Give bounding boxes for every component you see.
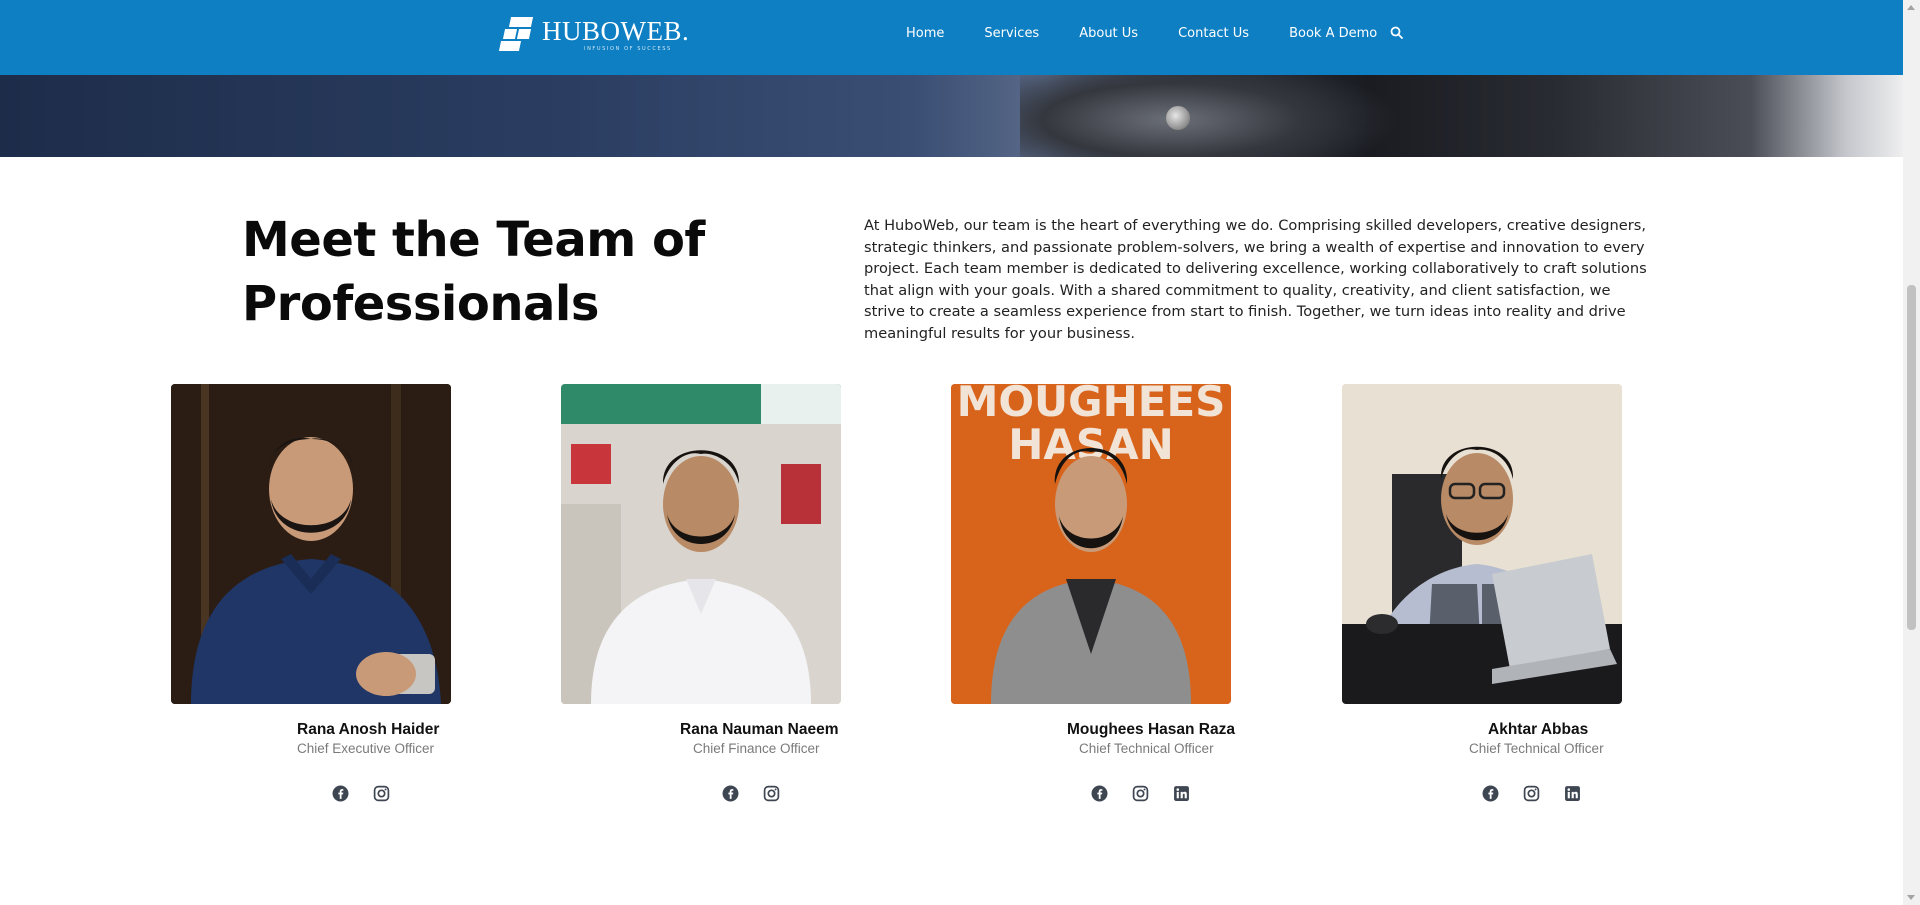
team-photo: MOUGHEES HASAN xyxy=(951,384,1231,704)
team-photo xyxy=(561,384,841,704)
instagram-icon[interactable] xyxy=(372,784,390,802)
logo-tagline: INFUSION OF SUCCESS xyxy=(584,46,672,52)
social-links xyxy=(1090,784,1213,802)
member-role: Chief Executive Officer xyxy=(297,741,435,756)
hero-image xyxy=(0,75,1903,157)
member-role: Chief Finance Officer xyxy=(693,741,820,756)
facebook-icon[interactable] xyxy=(1090,784,1108,802)
logo-name: HUBOWEB. xyxy=(542,16,690,46)
member-name: Rana Nauman Naeem xyxy=(680,721,839,738)
team-photo xyxy=(171,384,451,704)
facebook-icon[interactable] xyxy=(331,784,349,802)
social-links xyxy=(721,784,803,802)
page-scrollbar[interactable] xyxy=(1903,0,1920,905)
team-card: Rana Nauman Naeem Chief Finance Officer xyxy=(561,384,841,801)
facebook-icon[interactable] xyxy=(721,784,739,802)
team-card: Akhtar Abbas Chief Technical Officer xyxy=(1342,384,1622,801)
heading-line-2: Professionals xyxy=(242,276,599,332)
team-photo xyxy=(1342,384,1622,704)
nav-home[interactable]: Home xyxy=(906,26,944,41)
heading-line-1: Meet the Team of xyxy=(242,212,705,268)
member-role: Chief Technical Officer xyxy=(1469,741,1604,756)
section-heading: Meet the Team of Professionals xyxy=(242,208,762,336)
nav-book-a-demo[interactable]: Book A Demo xyxy=(1289,26,1377,41)
site-header: HUBOWEB. INFUSION OF SUCCESS Home Servic… xyxy=(0,0,1903,75)
section-intro: At HuboWeb, our team is the heart of eve… xyxy=(864,217,1647,342)
scroll-thumb[interactable] xyxy=(1907,285,1916,630)
instagram-icon[interactable] xyxy=(1522,784,1540,802)
linkedin-icon[interactable] xyxy=(1563,784,1581,802)
team-card: Rana Anosh Haider Chief Executive Office… xyxy=(171,384,451,801)
nav-about-us[interactable]: About Us xyxy=(1079,26,1138,41)
jacket-button xyxy=(1166,106,1190,130)
social-links xyxy=(331,784,413,802)
scroll-down-arrow-icon[interactable] xyxy=(1907,895,1915,900)
social-links xyxy=(1481,784,1604,802)
logo[interactable]: HUBOWEB. INFUSION OF SUCCESS xyxy=(498,16,690,54)
nav-contact-us[interactable]: Contact Us xyxy=(1178,26,1249,41)
facebook-icon[interactable] xyxy=(1481,784,1499,802)
main-nav: Home Services About Us Contact Us Book A… xyxy=(890,0,1417,67)
nav-services[interactable]: Services xyxy=(984,26,1039,41)
member-name: Moughees Hasan Raza xyxy=(1067,721,1235,738)
member-name: Rana Anosh Haider xyxy=(297,721,440,738)
team-card: MOUGHEES HASAN Moughees Hasan Raza Chief… xyxy=(951,384,1235,801)
logo-mark-icon xyxy=(498,17,536,53)
linkedin-icon[interactable] xyxy=(1172,784,1190,802)
instagram-icon[interactable] xyxy=(762,784,780,802)
member-role: Chief Technical Officer xyxy=(1079,741,1214,756)
scroll-up-arrow-icon[interactable] xyxy=(1907,5,1915,10)
search-icon[interactable] xyxy=(1390,26,1404,40)
member-name: Akhtar Abbas xyxy=(1488,721,1589,738)
instagram-icon[interactable] xyxy=(1131,784,1149,802)
